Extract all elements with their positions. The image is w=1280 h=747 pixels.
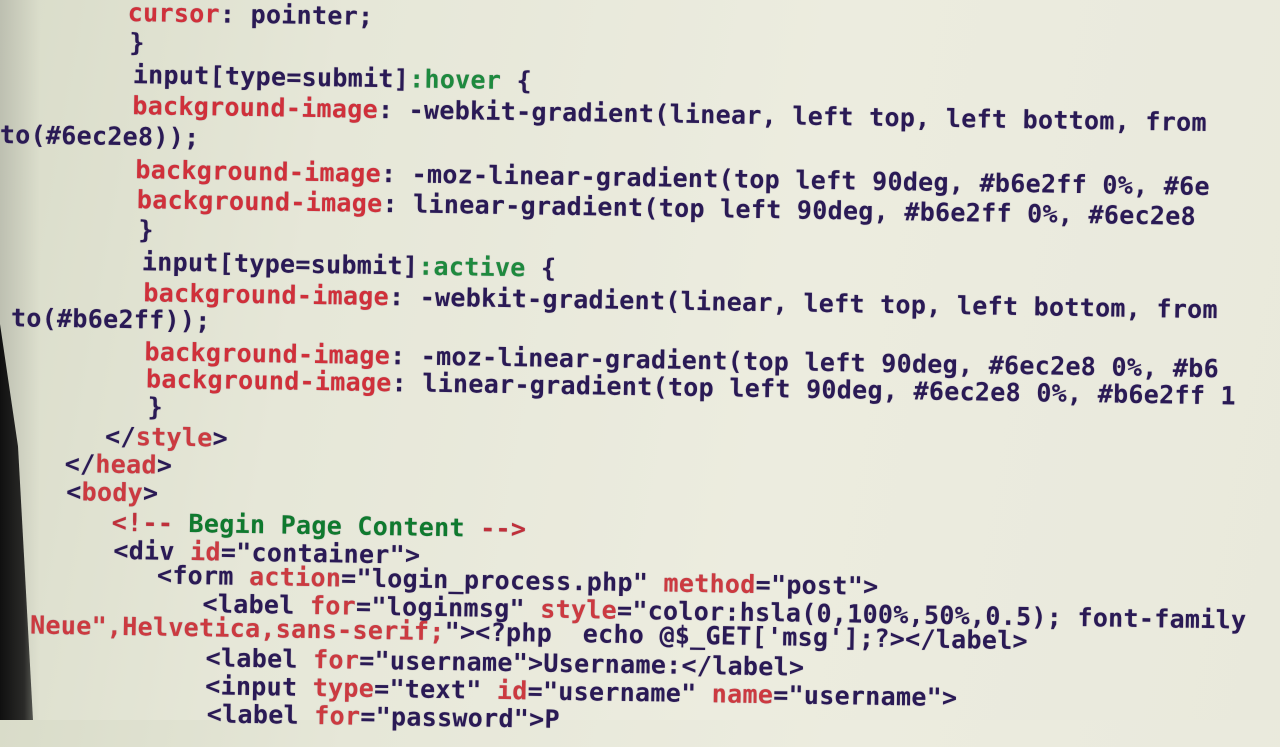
code-line: background-image: -webkit-gradient(linea…: [143, 278, 1218, 324]
code-token: }: [147, 392, 164, 422]
code-line: <body>: [66, 477, 159, 507]
code-token: -->: [479, 513, 527, 544]
code-token: background-image: [136, 185, 383, 219]
code-token: to(#6ec2e8));: [0, 120, 200, 153]
code-token: head: [95, 449, 158, 480]
code-token: </: [64, 449, 96, 479]
code-token: >: [212, 423, 229, 453]
code-token: input[type=submit]: [141, 247, 419, 281]
code-token: <input: [205, 671, 313, 702]
code-token: <: [66, 477, 82, 507]
code-line: background-image: -webkit-gradient(linea…: [132, 91, 1207, 137]
code-token: for: [312, 645, 360, 675]
code-token: >: [156, 450, 173, 480]
code-token: : pointer;: [219, 0, 374, 31]
code-line: <label for="password">P: [207, 699, 561, 734]
code-line: to(#b6e2ff));: [11, 303, 211, 335]
code-token: input[type=submit]: [132, 60, 410, 94]
code-token: style: [135, 422, 213, 453]
code-editor[interactable]: cursor: pointer; } input[type=submit]:ho…: [0, 0, 1280, 742]
code-token: name: [711, 679, 774, 710]
code-token: id: [496, 675, 528, 706]
code-token: {: [525, 253, 557, 283]
code-token: type: [312, 672, 375, 703]
code-token: to(#b6e2ff));: [10, 303, 211, 336]
code-token: ="post">: [755, 569, 879, 601]
code-token: action: [248, 561, 342, 593]
code-token: : -webkit-gradient(linear, left top, lef…: [377, 94, 1208, 137]
code-token: background-image: [132, 91, 379, 124]
code-line: }: [138, 215, 154, 244]
code-token: ="password">P: [360, 701, 561, 734]
code-line: </head>: [64, 449, 172, 480]
code-line: }: [147, 392, 163, 421]
code-token: {: [501, 65, 533, 96]
code-token: ="username": [527, 676, 713, 709]
code-token: <label: [205, 643, 314, 674]
code-token: cursor: [127, 0, 221, 29]
code-token: ="username">: [772, 680, 958, 713]
code-line: to(#6ec2e8));: [0, 120, 200, 152]
code-token: for: [314, 701, 361, 731]
code-token: }: [138, 215, 154, 245]
code-token: Neue",Helvetica,sans-serif;: [29, 610, 445, 647]
code-token: <form: [156, 560, 250, 591]
code-token: : -webkit-gradient(linear, left top, lef…: [388, 282, 1219, 325]
code-token: >: [142, 478, 159, 508]
code-token: background-image: [135, 155, 382, 189]
code-token: background-image: [145, 364, 392, 398]
code-line: input[type=submit]:active {: [142, 247, 557, 283]
code-line: </style>: [105, 422, 228, 453]
code-token: method: [663, 568, 756, 599]
code-token: }: [129, 28, 145, 58]
code-token: ="text": [373, 673, 498, 705]
code-line: cursor: pointer;: [128, 0, 374, 31]
code-line: }: [129, 28, 145, 57]
code-token: <!--: [111, 507, 174, 538]
code-token: :active: [417, 251, 526, 283]
code-token: body: [81, 477, 144, 508]
code-token: </: [104, 421, 137, 452]
code-line: input[type=submit]:hover {: [133, 60, 533, 95]
code-token: <label: [206, 699, 315, 731]
code-token: :hover: [408, 64, 502, 95]
